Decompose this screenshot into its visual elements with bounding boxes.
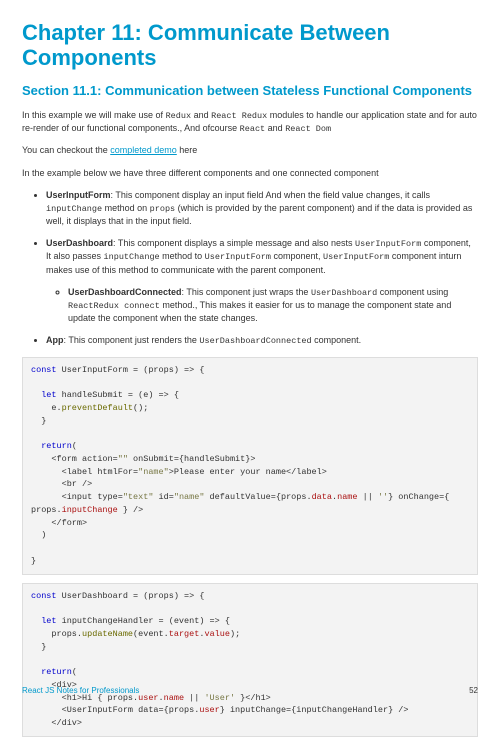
code-react-redux: React Redux — [211, 111, 267, 121]
paragraph-intro: In this example we will make use of Redu… — [22, 109, 478, 136]
paragraph-demo-link: You can checkout the completed demo here — [22, 144, 478, 157]
code-redux: Redux — [166, 111, 192, 121]
chapter-title: Chapter 11: Communicate Between Componen… — [22, 20, 478, 71]
completed-demo-link[interactable]: completed demo — [110, 145, 177, 155]
code-react-dom: React Dom — [285, 124, 331, 134]
code-react: React — [240, 124, 266, 134]
paragraph-components-intro: In the example below we have three diffe… — [22, 167, 478, 180]
code-block-userdashboard: const UserDashboard = (props) => { let i… — [22, 583, 478, 737]
footer-title: React JS Notes for Professionals — [22, 685, 139, 697]
component-list: UserInputForm: This component display an… — [22, 189, 478, 348]
section-title: Section 11.1: Communication between Stat… — [22, 83, 478, 99]
list-item-userinputform: UserInputForm: This component display an… — [46, 189, 478, 228]
page-footer: React JS Notes for Professionals 52 — [22, 685, 478, 697]
list-item-userdashboardconnected: UserDashboardConnected: This component j… — [68, 286, 478, 326]
list-item-app: App: This component just renders the Use… — [46, 334, 478, 347]
list-item-userdashboard: UserDashboard: This component displays a… — [46, 237, 478, 325]
code-block-userinputform: const UserInputForm = (props) => { let h… — [22, 357, 478, 575]
page-number: 52 — [469, 685, 478, 697]
